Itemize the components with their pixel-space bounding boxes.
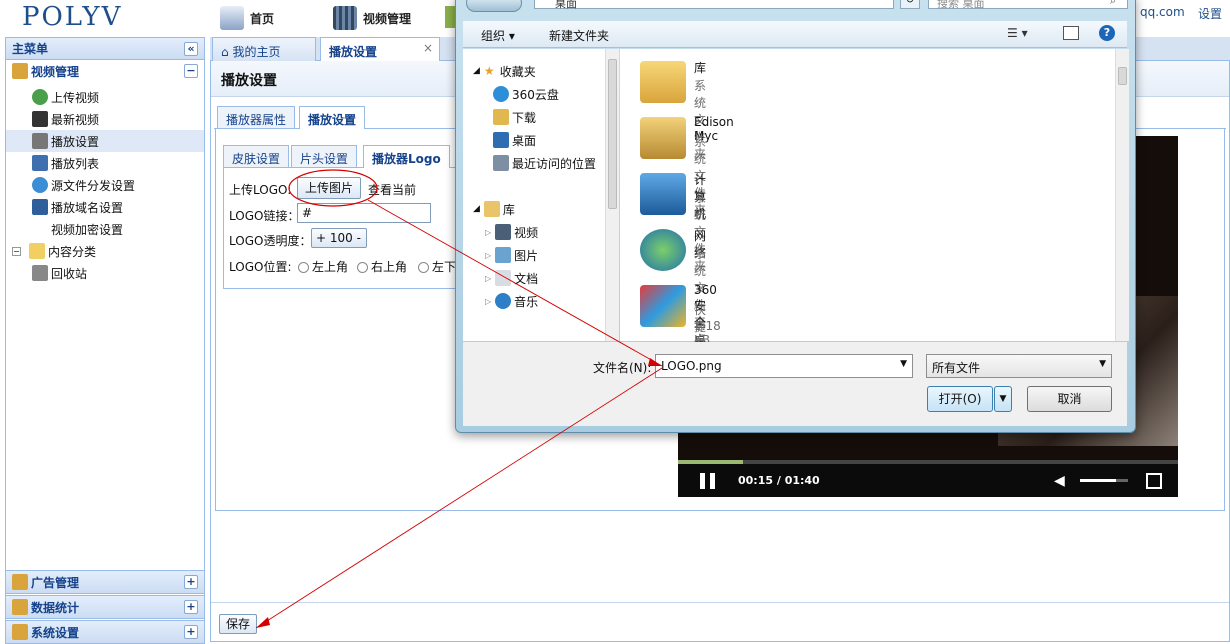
annotation-overlay xyxy=(255,169,663,629)
annotation-arrowhead xyxy=(256,617,270,628)
annotation-circle xyxy=(288,169,378,207)
annotation-line xyxy=(255,367,663,629)
annotation-arrowhead xyxy=(648,358,662,366)
annotation-line xyxy=(367,199,663,367)
